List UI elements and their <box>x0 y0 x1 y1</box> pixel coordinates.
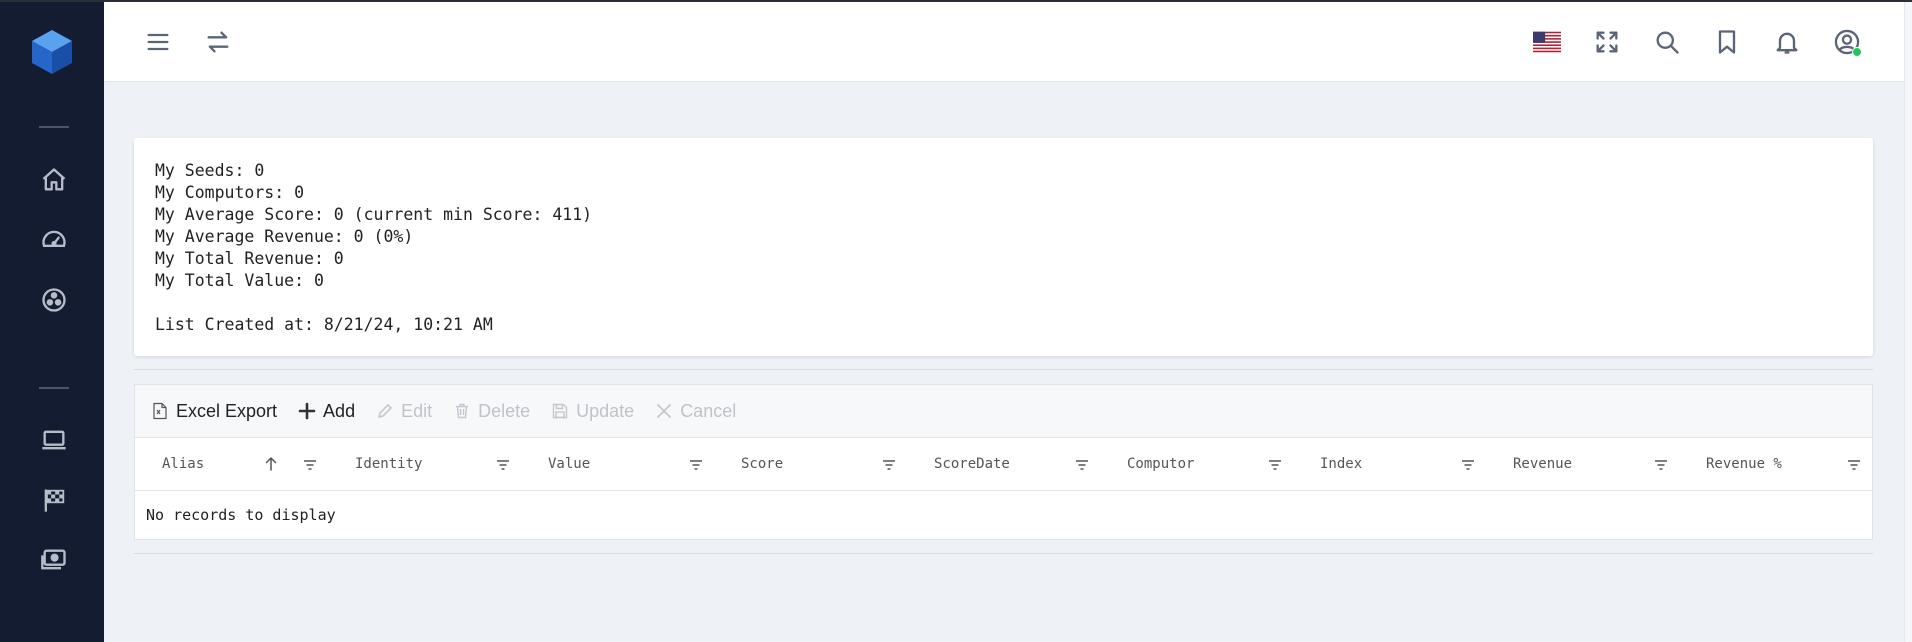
menu-icon <box>147 33 169 51</box>
total-revenue-text: My Total Revenue: 0 <box>155 249 344 268</box>
sidebar-item-network[interactable] <box>38 284 70 316</box>
column-title: Value <box>548 456 591 472</box>
column-header-value[interactable]: Value <box>521 438 714 490</box>
data-grid: Excel Export Add Edit Delete Update Canc… <box>134 384 1873 540</box>
column-title: ScoreDate <box>934 456 1010 472</box>
column-header-score[interactable]: Score <box>714 438 907 490</box>
column-title: Computor <box>1127 456 1195 472</box>
edit-button[interactable]: Edit <box>376 401 432 422</box>
money-icon <box>41 549 66 570</box>
excel-export-label: Excel Export <box>176 400 278 421</box>
bookmark-button[interactable] <box>1711 26 1743 58</box>
computors-text: My Computors: 0 <box>155 183 305 202</box>
add-label: Add <box>323 400 356 421</box>
column-header-computor[interactable]: Computor <box>1100 438 1293 490</box>
swap-icon <box>207 31 229 53</box>
window-top-border <box>0 0 1912 2</box>
empty-grid-message: No records to display <box>146 506 336 524</box>
seeds-text: My Seeds: 0 <box>155 161 265 180</box>
divider <box>134 553 1873 554</box>
dashboard-icon <box>42 230 66 247</box>
plus-icon <box>298 402 316 420</box>
filter-icon[interactable] <box>1653 457 1669 473</box>
user-menu-button[interactable] <box>1831 26 1863 58</box>
list-created-text: List Created at: 8/21/24, 10:21 AM <box>155 315 493 334</box>
sidebar-divider <box>39 387 69 389</box>
home-icon <box>42 168 66 191</box>
add-button[interactable]: Add <box>298 401 355 422</box>
excel-file-icon <box>153 402 167 420</box>
filter-icon[interactable] <box>881 457 897 473</box>
column-title: Revenue % <box>1706 456 1782 472</box>
column-header-revenue-percent[interactable]: Revenue % <box>1679 438 1872 490</box>
menu-toggle-button[interactable] <box>142 26 174 58</box>
column-header-index[interactable]: Index <box>1293 438 1486 490</box>
fullscreen-button[interactable] <box>1591 26 1623 58</box>
page-scrollbar[interactable] <box>1904 0 1912 642</box>
column-title: Alias <box>162 456 205 472</box>
filter-icon[interactable] <box>1074 457 1090 473</box>
trash-icon <box>456 403 469 419</box>
search-button[interactable] <box>1651 26 1683 58</box>
column-header-revenue[interactable]: Revenue <box>1486 438 1679 490</box>
divider <box>134 369 1873 370</box>
column-title: Score <box>741 456 784 472</box>
search-icon <box>1656 31 1679 54</box>
save-icon <box>552 403 568 419</box>
top-bar <box>104 2 1904 82</box>
column-header-identity[interactable]: Identity <box>328 438 521 490</box>
column-title: Revenue <box>1513 456 1573 472</box>
summary-card: My Seeds: 0 My Computors: 0 My Average S… <box>134 138 1873 356</box>
pencil-icon <box>378 404 392 418</box>
sidebar-item-race[interactable] <box>38 484 70 516</box>
filter-icon[interactable] <box>688 457 704 473</box>
update-button[interactable]: Update <box>551 401 634 422</box>
sidebar-item-home[interactable] <box>38 164 70 196</box>
delete-button[interactable]: Delete <box>453 401 530 422</box>
delete-label: Delete <box>478 400 531 421</box>
grid-toolbar: Excel Export Add Edit Delete Update Canc… <box>135 385 1872 438</box>
excel-export-button[interactable]: Excel Export <box>151 401 277 422</box>
network-icon <box>42 288 66 312</box>
filter-icon[interactable] <box>495 457 511 473</box>
column-title: Identity <box>355 456 423 472</box>
edit-label: Edit <box>401 400 433 421</box>
column-header-scoredate[interactable]: ScoreDate <box>907 438 1100 490</box>
column-title: Index <box>1320 456 1363 472</box>
race-flag-icon <box>44 489 65 512</box>
filter-icon[interactable] <box>1460 457 1476 473</box>
grid-header-row: Alias Identity Value Score ScoreDate Com… <box>135 438 1872 491</box>
filter-icon[interactable] <box>302 457 318 473</box>
fullscreen-icon <box>1596 31 1618 53</box>
close-icon <box>657 404 672 418</box>
sidebar-item-dashboard[interactable] <box>38 224 70 256</box>
laptop-icon <box>42 430 66 450</box>
average-score-text: My Average Score: 0 (current min Score: … <box>155 205 593 224</box>
sort-ascending-icon[interactable] <box>263 456 279 472</box>
sidebar-divider <box>39 126 69 128</box>
cancel-button[interactable]: Cancel <box>655 401 736 422</box>
notifications-button[interactable] <box>1771 26 1803 58</box>
switch-layout-button[interactable] <box>202 26 234 58</box>
sidebar-item-computors[interactable] <box>38 424 70 456</box>
sidebar-item-revenue[interactable] <box>38 544 70 576</box>
cancel-label: Cancel <box>680 400 737 421</box>
column-header-alias[interactable]: Alias <box>135 438 328 490</box>
app-logo-icon[interactable] <box>30 28 74 76</box>
bell-icon <box>1776 32 1798 54</box>
sidebar <box>0 0 104 642</box>
filter-icon[interactable] <box>1846 457 1862 473</box>
bookmark-icon <box>1718 30 1736 54</box>
us-flag-icon <box>1533 31 1561 53</box>
online-status-dot <box>1852 47 1862 57</box>
average-revenue-text: My Average Revenue: 0 (0%) <box>155 227 414 246</box>
total-value-text: My Total Value: 0 <box>155 271 324 290</box>
language-button[interactable] <box>1531 26 1563 58</box>
update-label: Update <box>576 400 635 421</box>
filter-icon[interactable] <box>1267 457 1283 473</box>
